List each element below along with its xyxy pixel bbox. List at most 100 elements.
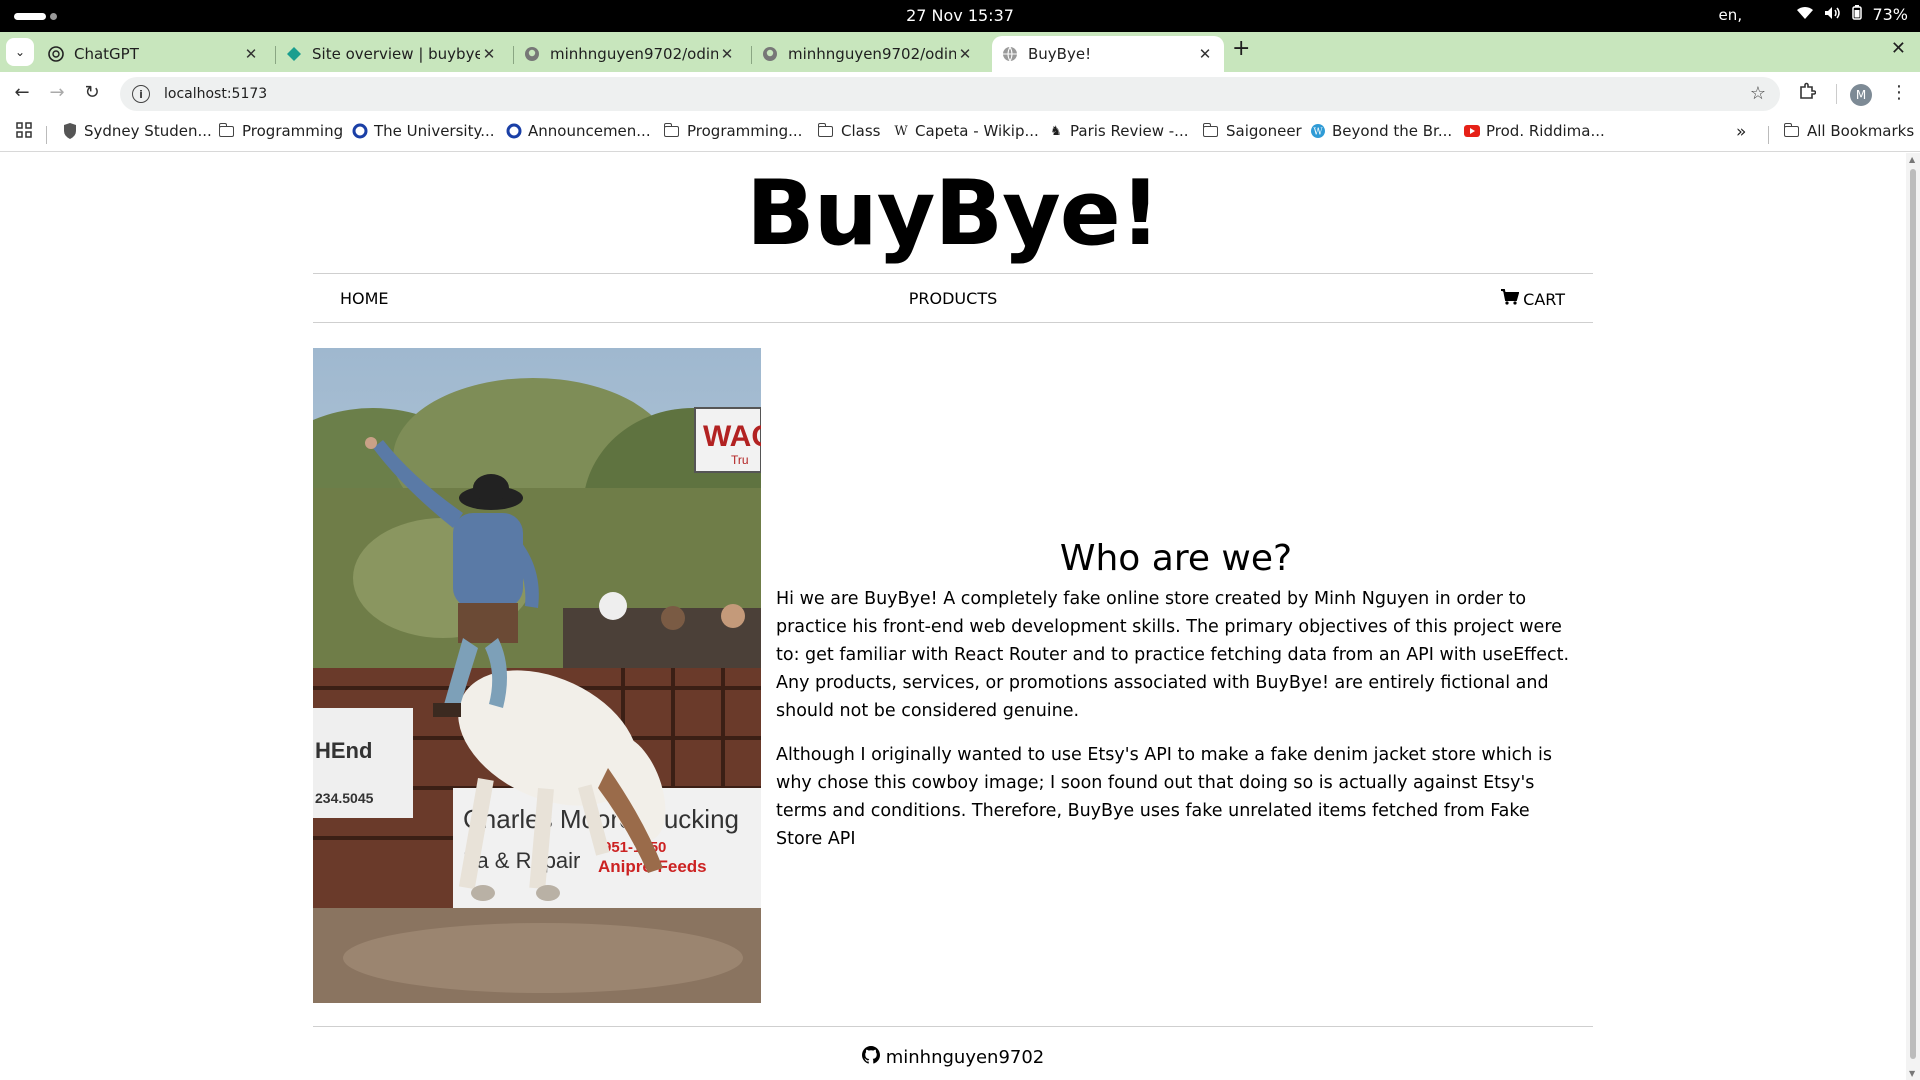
tab-github-odin-s[interactable]: minhnguyen9702/odin-s ✕ [514,36,746,72]
address-bar[interactable]: i localhost:5173 ☆ [120,77,1780,111]
bookmark-paris-review[interactable]: ♞ Paris Review -... [1048,122,1188,140]
battery-icon [1852,5,1863,24]
volume-icon [1824,5,1842,24]
battery-percent: 73% [1872,5,1908,24]
about-heading: Who are we? [1059,538,1293,579]
bookmark-star-icon[interactable]: ☆ [1750,83,1766,104]
tab-chatgpt[interactable]: ChatGPT ✕ [38,36,270,72]
folder-icon [218,122,234,137]
bookmark-beyond-the-br[interactable]: W Beyond the Br... [1310,122,1452,140]
cart-label: CART [1523,289,1565,309]
bookmarks-bar: Sydney Studen... Programming The Univers… [0,116,1920,152]
bookmark-label: Paris Review -... [1070,122,1189,140]
bookmark-folder-saigoneer[interactable]: Saigoneer [1202,122,1302,140]
keyboard-language[interactable]: en‚ [1718,6,1742,24]
forward-arrow-icon[interactable]: → [45,82,69,103]
tab-close-icon[interactable]: ✕ [480,45,498,63]
bookmark-label: Beyond the Br... [1332,122,1453,140]
reload-icon[interactable]: ↻ [80,82,104,103]
new-tab-plus-icon[interactable]: + [1232,36,1250,61]
bookmark-sydney-students[interactable]: Sydney Studen... [62,122,212,140]
scrollbar-thumb[interactable] [1910,169,1916,1059]
tab-close-icon[interactable]: ✕ [718,45,736,63]
url-text[interactable]: localhost:5173 [164,86,267,102]
os-clock[interactable]: 27 Nov 15:37 [0,6,1920,25]
about-paragraph-2: Although I originally wanted to use Etsy… [776,745,1552,849]
cowboy-rodeo-image: WAC Tru HEnd 234.5045 [313,348,761,1003]
globe-icon [1002,46,1018,62]
folder-icon [1202,122,1218,137]
ring-icon [352,123,368,139]
cart-icon [1501,289,1520,309]
tab-search-button[interactable]: ⌄ [6,38,34,66]
site-info-icon[interactable]: i [132,85,150,103]
tab-site-overview[interactable]: Site overview | buybye | N ✕ [276,36,508,72]
tab-strip: ⌄ ChatGPT ✕ Site overview | buybye | N ✕… [0,32,1920,72]
all-bookmarks-folder[interactable]: All Bookmarks [1783,122,1914,140]
apps-grid-icon[interactable] [16,122,32,138]
wikipedia-icon: W [894,123,908,139]
bookmark-label: Prod. Riddima... [1486,122,1605,140]
more-bookmarks-chevron-icon[interactable]: » [1736,122,1746,142]
bookmark-university[interactable]: The University... [352,122,495,140]
folder-icon [1783,122,1799,137]
tab-title: ChatGPT [74,45,139,63]
profile-avatar[interactable]: M [1850,84,1872,106]
nav-products-link[interactable]: PRODUCTS [313,289,1593,308]
tab-buybye[interactable]: BuyBye! ✕ [992,36,1224,72]
tab-close-icon[interactable]: ✕ [956,45,974,63]
bookmark-folder-programming[interactable]: Programming [218,122,344,140]
bookmark-announcements[interactable]: Announcemen... [506,122,651,140]
chatgpt-icon [48,46,64,62]
tab-close-icon[interactable]: ✕ [242,45,260,63]
about-section: Who are we? Hi we are BuyBye! A complete… [776,538,1576,869]
scroll-up-arrow-icon[interactable]: ▲ [1909,155,1915,164]
toolbar-divider [1836,84,1837,104]
tab-title: BuyBye! [1028,45,1092,63]
extensions-puzzle-icon[interactable] [1798,82,1817,105]
bookmark-folder-programming-2[interactable]: Programming... [663,122,802,140]
os-top-bar: 27 Nov 15:37 en‚ 73% [0,0,1920,32]
footer-github-username[interactable]: minhnguyen9702 [886,1047,1045,1068]
folder-icon [817,122,833,137]
bookmark-prod-riddima[interactable]: Prod. Riddima... [1464,122,1605,140]
kebab-menu-icon[interactable]: ⋮ [1890,82,1908,103]
bookmark-label: Saigoneer [1226,122,1302,140]
about-paragraph-1: Hi we are BuyBye! A completely fake onli… [776,589,1570,721]
back-arrow-icon[interactable]: ← [10,82,34,103]
tab-close-icon[interactable]: ✕ [1196,45,1214,63]
bookmark-label: Sydney Studen... [84,122,212,140]
tab-title: minhnguyen9702/odin-c [788,45,956,63]
youtube-icon [1464,123,1480,139]
folder-icon [663,122,679,137]
sign-left-phone: 234.5045 [315,790,374,806]
wifi-icon [1796,5,1814,24]
github-icon [762,46,778,62]
scroll-down-arrow-icon[interactable]: ▼ [1909,1069,1915,1078]
svg-text:W: W [1313,128,1323,138]
wordpress-icon: W [1310,123,1326,139]
bookmark-label: Class [841,122,881,140]
bookmark-label: Capeta - Wikip... [915,122,1039,140]
footer-divider [313,1026,1593,1027]
page-scrollbar[interactable]: ▲ ▼ [1906,153,1920,1080]
site-nav: HOME PRODUCTS CART [313,273,1593,323]
site-title: BuyBye! [746,161,1161,266]
github-icon [524,46,540,62]
tab-title: minhnguyen9702/odin-s [550,45,718,63]
window-close-icon[interactable]: ✕ [1891,38,1906,59]
tab-github-odin-c[interactable]: minhnguyen9702/odin-c ✕ [752,36,984,72]
bookmark-capeta-wikipedia[interactable]: W Capeta - Wikip... [893,122,1039,140]
bookmark-folder-class[interactable]: Class [817,122,881,140]
bookmark-label: Announcemen... [528,122,651,140]
nav-cart-link[interactable]: CART [1501,289,1565,309]
system-tray[interactable]: 73% [1796,5,1908,24]
paris-review-icon: ♞ [1050,123,1062,139]
bookmark-label: Programming [242,122,344,140]
tab-title: Site overview | buybye | N [312,45,480,63]
web-page: BuyBye! HOME PRODUCTS CART WA Tru HEnd 2… [0,153,1906,1080]
footer[interactable]: minhnguyen9702 [0,1046,1906,1069]
bookmarks-divider [46,126,47,144]
sign-left-text: HEnd [315,738,372,763]
shield-icon [62,123,78,139]
